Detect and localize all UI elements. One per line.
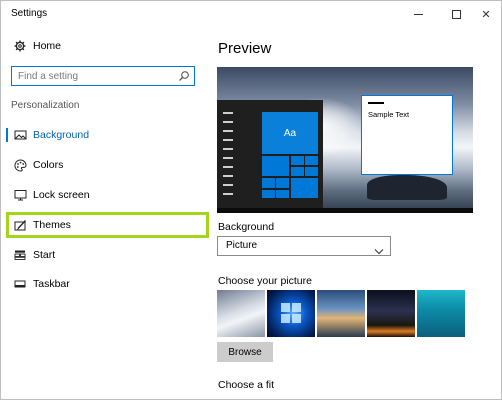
sidebar-item-background[interactable]: Background (1, 120, 211, 150)
preview-start-menu: Aa (217, 100, 323, 208)
browse-button[interactable]: Browse (217, 342, 273, 362)
picture-thumbnail[interactable] (317, 290, 365, 337)
preview-menu-lines (223, 112, 235, 202)
sample-text: Sample Text (368, 110, 410, 119)
sidebar-item-taskbar[interactable]: Taskbar (1, 269, 211, 299)
window-title: Settings (11, 8, 48, 19)
choose-fit-label: Choose a fit (218, 379, 275, 391)
search-icon[interactable] (178, 69, 190, 81)
sidebar-item-label: Colors (33, 159, 64, 171)
sidebar-item-label: Home (33, 40, 62, 52)
maximize-button[interactable] (439, 1, 473, 27)
picture-thumbnail[interactable] (217, 290, 265, 337)
sidebar-item-colors[interactable]: Colors (1, 150, 211, 180)
background-dropdown-value: Picture (226, 240, 258, 251)
sidebar-item-label: Lock screen (33, 189, 90, 201)
preview-tile-aa: Aa (262, 112, 318, 154)
minimize-icon (413, 13, 423, 15)
choose-picture-label: Choose your picture (218, 275, 312, 287)
close-button[interactable]: ✕ (469, 1, 502, 27)
picture-thumbnail[interactable] (367, 290, 415, 337)
chevron-down-icon (374, 242, 384, 255)
sidebar-item-label: Taskbar (33, 278, 70, 290)
background-label: Background (218, 221, 275, 233)
preview-sample-window: Sample Text (361, 95, 453, 175)
settings-window: Settings ✕ Home Personalization Backgrou… (0, 0, 502, 400)
preview-tiles: Aa (262, 112, 322, 202)
search-input[interactable] (18, 69, 178, 83)
sample-bar (368, 102, 384, 104)
minimize-button[interactable] (401, 1, 435, 27)
sidebar-item-label: Start (33, 249, 56, 261)
monitor-icon (13, 188, 27, 202)
gear-icon (13, 39, 27, 53)
start-icon (13, 248, 27, 262)
preview-rock (367, 175, 447, 200)
windows-logo-icon (281, 303, 301, 323)
themes-highlight-box (6, 212, 209, 238)
maximize-icon (451, 9, 461, 19)
title-bar: Settings ✕ (1, 1, 501, 27)
preview-taskbar (217, 208, 473, 213)
main-content: Preview Aa Sample Text Background Pictur… (211, 27, 501, 399)
sidebar-item-start[interactable]: Start (1, 240, 211, 270)
picture-thumbnail[interactable] (417, 290, 465, 337)
background-preview: Aa Sample Text (217, 67, 473, 213)
picture-thumbnails (217, 290, 469, 340)
search-box[interactable] (11, 66, 195, 86)
taskbar-icon (13, 277, 27, 291)
section-heading: Personalization (11, 100, 80, 111)
sidebar-item-home[interactable]: Home (1, 31, 211, 61)
active-indicator (6, 128, 8, 142)
background-dropdown[interactable]: Picture (217, 236, 391, 256)
palette-icon (13, 158, 27, 172)
page-title: Preview (218, 40, 272, 57)
close-icon: ✕ (481, 8, 491, 21)
sidebar-item-label: Background (33, 129, 90, 141)
sidebar-item-lock-screen[interactable]: Lock screen (1, 180, 211, 210)
picture-icon (13, 128, 27, 142)
picture-thumbnail[interactable] (267, 290, 315, 337)
